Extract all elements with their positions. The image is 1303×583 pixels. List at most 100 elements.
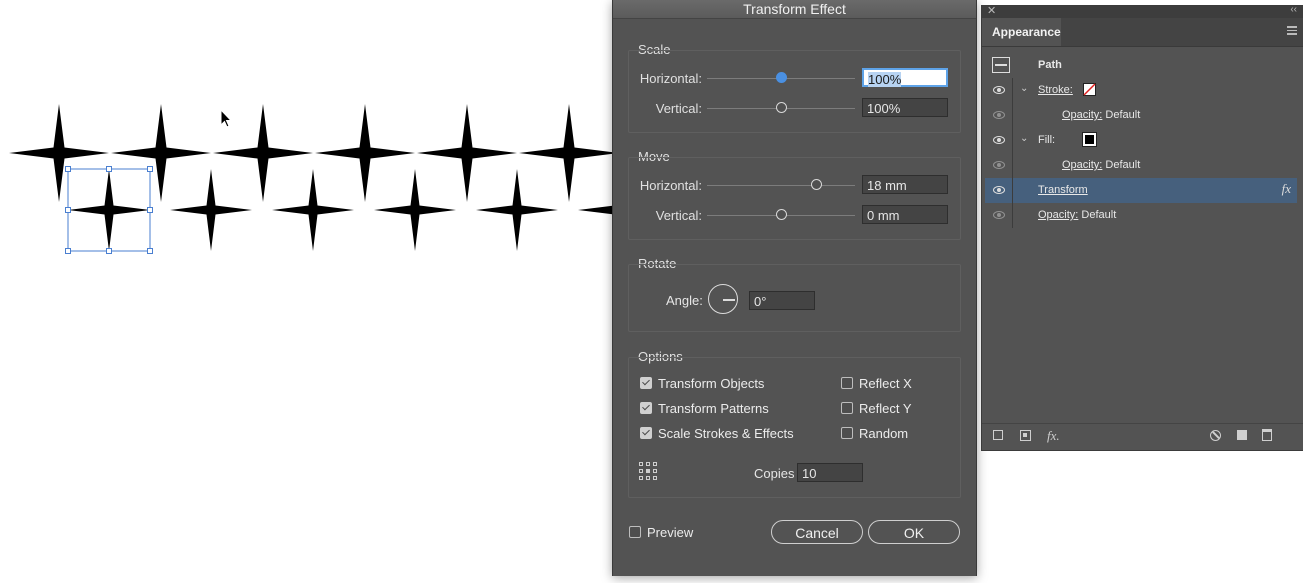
move-horizontal-slider-knob[interactable]	[811, 179, 822, 190]
eye-icon[interactable]	[993, 211, 1005, 219]
checkbox-empty-icon[interactable]	[629, 526, 641, 538]
opacity-row[interactable]: Opacity: Default	[985, 203, 1297, 228]
angle-input[interactable]: 0°	[749, 291, 815, 310]
path-thumbnail-icon	[992, 57, 1010, 73]
checkbox-empty-icon[interactable]	[841, 427, 853, 439]
transform-row[interactable]: Transform fx	[985, 178, 1297, 203]
move-horizontal-label: Horizontal:	[639, 178, 702, 193]
star-shape[interactable]	[68, 169, 150, 251]
transform-effect-dialog: Transform Effect Scale Horizontal: 100% …	[612, 0, 977, 576]
move-vertical-label: Vertical:	[655, 208, 702, 223]
fill-opacity-row[interactable]: Opacity: Default	[985, 153, 1297, 178]
random-label: Random	[859, 426, 909, 441]
rotate-group: Angle: 0°	[628, 264, 961, 332]
eye-icon[interactable]	[993, 111, 1005, 119]
checkbox-empty-icon[interactable]	[841, 402, 853, 414]
star-shape[interactable]	[9, 104, 109, 202]
reflect-y-label: Reflect Y	[859, 401, 912, 416]
add-new-fill-icon[interactable]	[1020, 430, 1031, 441]
checkbox-checked-icon[interactable]	[640, 377, 652, 389]
transform-patterns-label: Transform Patterns	[658, 401, 769, 416]
scale-horizontal-label: Horizontal:	[639, 71, 702, 86]
random-checkbox[interactable]: Random	[841, 426, 908, 441]
stroke-opacity-label[interactable]: Opacity:	[1062, 109, 1102, 121]
add-new-effect-icon[interactable]: fx.	[1047, 428, 1060, 444]
move-horizontal-input[interactable]: 18 mm	[862, 175, 948, 194]
chevron-down-icon[interactable]: ⌄	[1020, 83, 1028, 94]
path-row[interactable]: Path	[985, 53, 1297, 78]
row-separator	[1012, 203, 1013, 228]
move-vertical-input[interactable]: 0 mm	[862, 205, 948, 224]
checkbox-empty-icon[interactable]	[841, 377, 853, 389]
row-separator	[1012, 178, 1013, 203]
ok-button[interactable]: OK	[868, 520, 960, 544]
transform-label[interactable]: Transform	[1038, 184, 1088, 196]
cancel-button[interactable]: Cancel	[771, 520, 863, 544]
star-shape[interactable]	[476, 169, 558, 251]
move-horizontal-row: Horizontal: 18 mm	[629, 175, 960, 199]
star-shape[interactable]	[374, 169, 456, 251]
fill-label[interactable]: Fill:	[1038, 134, 1055, 146]
row-separator	[1012, 153, 1013, 178]
transform-objects-checkbox[interactable]: Transform Objects	[640, 376, 764, 391]
stroke-swatch-none-icon[interactable]	[1083, 83, 1096, 96]
dialog-title[interactable]: Transform Effect	[613, 0, 976, 19]
scale-group: Horizontal: 100% Vertical: 100%	[628, 50, 961, 133]
scale-vertical-slider-knob[interactable]	[776, 102, 787, 113]
opacity-label[interactable]: Opacity:	[1038, 209, 1078, 221]
panel-menu-icon[interactable]	[1287, 26, 1297, 36]
fill-row[interactable]: ⌄ Fill:	[985, 128, 1297, 153]
transform-objects-label: Transform Objects	[658, 376, 765, 391]
fx-icon[interactable]: fx	[1282, 181, 1291, 197]
eye-icon[interactable]	[993, 136, 1005, 144]
chevron-down-icon[interactable]: ⌄	[1020, 133, 1028, 144]
checkbox-checked-icon[interactable]	[640, 427, 652, 439]
collapse-icon[interactable]: ‹‹	[1290, 4, 1297, 15]
stroke-row[interactable]: ⌄ Stroke:	[985, 78, 1297, 103]
star-shape[interactable]	[315, 104, 415, 202]
close-icon[interactable]: ✕	[987, 4, 996, 17]
copies-input[interactable]: 10	[797, 463, 863, 482]
star-shape[interactable]	[519, 104, 619, 202]
tab-appearance[interactable]: Appearance	[982, 18, 1061, 46]
fill-opacity-label[interactable]: Opacity:	[1062, 159, 1102, 171]
row-separator	[1012, 103, 1013, 128]
move-horizontal-slider[interactable]	[707, 185, 855, 186]
scale-vertical-input[interactable]: 100%	[862, 98, 948, 117]
preview-checkbox[interactable]: Preview	[629, 525, 693, 540]
star-shape[interactable]	[417, 104, 517, 202]
reflect-x-checkbox[interactable]: Reflect X	[841, 376, 912, 391]
reflect-y-checkbox[interactable]: Reflect Y	[841, 401, 912, 416]
eye-icon[interactable]	[993, 86, 1005, 94]
move-vertical-slider-knob[interactable]	[776, 209, 787, 220]
scale-horizontal-input[interactable]: 100%	[862, 68, 948, 87]
appearance-panel: ✕ ‹‹ Appearance Path ⌄ Stroke: Opacity: …	[981, 4, 1303, 451]
star-shape[interactable]	[272, 169, 354, 251]
fill-swatch-black-icon[interactable]	[1082, 132, 1097, 147]
transform-patterns-checkbox[interactable]: Transform Patterns	[640, 401, 769, 416]
panel-footer: fx.	[982, 423, 1303, 450]
stroke-opacity-row[interactable]: Opacity: Default	[985, 103, 1297, 128]
stroke-opacity-value: Default	[1105, 109, 1141, 121]
scale-vertical-label: Vertical:	[655, 101, 702, 116]
eye-icon[interactable]	[993, 186, 1005, 194]
star-shape[interactable]	[111, 104, 211, 202]
stroke-label[interactable]: Stroke:	[1038, 84, 1073, 96]
mouse-cursor-icon	[220, 108, 233, 128]
angle-dial-icon[interactable]	[708, 284, 738, 314]
duplicate-item-icon[interactable]	[1237, 430, 1247, 440]
preview-label: Preview	[647, 525, 694, 540]
scale-horizontal-slider-knob[interactable]	[776, 72, 787, 83]
add-new-stroke-icon[interactable]	[993, 430, 1003, 440]
delete-trash-icon[interactable]	[1262, 429, 1272, 441]
opacity-value: Default	[1081, 209, 1117, 221]
panel-top-strip: ✕ ‹‹	[982, 4, 1303, 18]
eye-icon[interactable]	[993, 161, 1005, 169]
reference-point-locator-icon[interactable]	[639, 462, 659, 482]
scale-strokes-effects-checkbox[interactable]: Scale Strokes & Effects	[640, 426, 794, 441]
star-shape[interactable]	[170, 169, 252, 251]
clear-appearance-icon[interactable]	[1210, 430, 1221, 441]
checkbox-checked-icon[interactable]	[640, 402, 652, 414]
scale-vertical-row: Vertical: 100%	[629, 98, 960, 122]
row-separator	[1012, 78, 1013, 103]
